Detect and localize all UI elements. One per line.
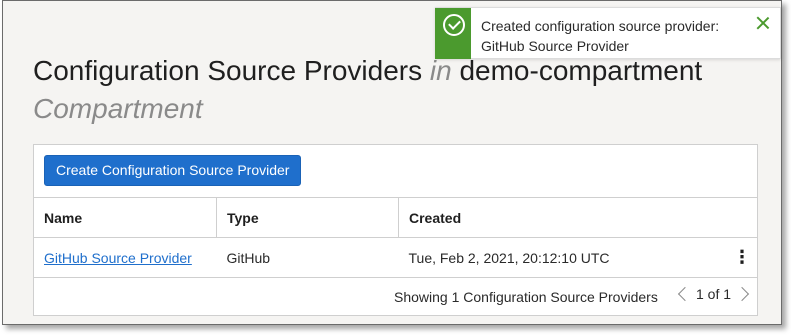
title-in: in	[429, 55, 452, 86]
toast-status-bar	[435, 8, 471, 59]
create-provider-button[interactable]: Create Configuration Source Provider	[44, 155, 302, 186]
title-main: Configuration Source Providers	[33, 55, 423, 86]
check-circle-icon	[443, 14, 465, 36]
toast-line-2: GitHub Source Provider	[481, 38, 629, 54]
cell-created: Tue, Feb 2, 2021, 20:12:10 UTC ⋮	[398, 237, 757, 278]
table-row: GitHub Source Provider GitHub Tue, Feb 2…	[34, 237, 757, 278]
pagination: 1 of 1	[676, 286, 751, 302]
chevron-right-icon[interactable]	[734, 286, 750, 302]
column-header-created[interactable]: Created	[398, 198, 757, 238]
created-value: Tue, Feb 2, 2021, 20:12:10 UTC	[408, 249, 610, 266]
chevron-left-icon[interactable]	[677, 286, 693, 302]
providers-panel: Create Configuration Source Provider Nam…	[33, 144, 758, 316]
page-title: Configuration Source Providers in demo-c…	[33, 52, 753, 128]
provider-name-link[interactable]: GitHub Source Provider	[44, 250, 192, 266]
kebab-menu-icon[interactable]: ⋮	[733, 248, 751, 266]
title-compartment: demo-compartment	[459, 55, 703, 86]
title-suffix: Compartment	[33, 93, 203, 124]
toolbar: Create Configuration Source Provider	[34, 145, 757, 198]
column-header-name[interactable]: Name	[34, 198, 217, 238]
cell-type: GitHub	[216, 237, 399, 278]
column-header-type[interactable]: Type	[216, 198, 399, 238]
table-footer: Showing 1 Configuration Source Providers…	[34, 278, 757, 317]
cell-name: GitHub Source Provider	[34, 237, 217, 278]
success-toast: Created configuration source provider: G…	[435, 7, 781, 59]
page-info: 1 of 1	[696, 286, 732, 302]
toast-line-1: Created configuration source provider:	[481, 18, 720, 34]
providers-table: Name Type Created GitHub Source Provider…	[34, 198, 757, 278]
close-icon[interactable]	[756, 16, 770, 30]
table-header-row: Name Type Created	[34, 198, 757, 238]
toast-message: Created configuration source provider: G…	[481, 16, 741, 56]
results-count: Showing 1 Configuration Source Providers	[394, 289, 658, 305]
